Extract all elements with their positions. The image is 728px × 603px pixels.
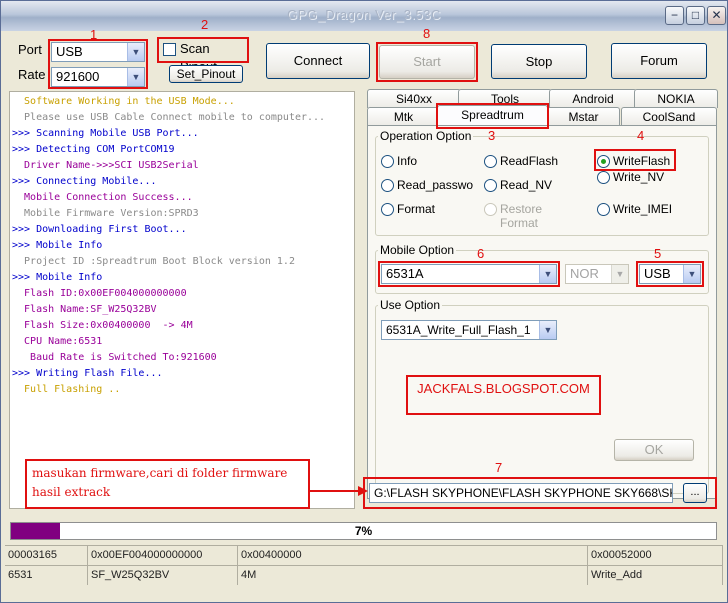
port-value: USB [56, 44, 83, 59]
chevron-down-icon: ▼ [539, 265, 556, 283]
annotation-number-7: 7 [495, 460, 503, 475]
status-row: 00003165 0x00EF004000000000 0x00400000 0x00… [5, 545, 723, 565]
log-line: Software Working in the USB Mode... [12, 96, 235, 107]
radio-info[interactable]: Info [381, 154, 417, 170]
operation-title: Operation Option [378, 129, 474, 143]
chevron-down-icon: ▼ [127, 68, 144, 86]
mobile-option-title: Mobile Option [378, 243, 457, 257]
connection-select[interactable]: USB ▼ [639, 264, 701, 284]
chevron-down-icon: ▼ [611, 265, 628, 283]
connection-value: USB [644, 266, 671, 281]
chevron-down-icon: ▼ [127, 43, 144, 61]
forum-button[interactable]: Forum [611, 43, 707, 79]
maximize-icon[interactable]: □ [686, 6, 705, 25]
log-line: >>> Mobile Info [12, 272, 103, 283]
use-option-value: 6531A_Write_Full_Flash_1 [386, 323, 531, 337]
log-line: >>> Mobile Info [12, 240, 103, 251]
log-line: Mobile Connection Success... [12, 192, 193, 203]
connect-button[interactable]: Connect [266, 43, 370, 79]
log-line: Please use USB Cable Connect mobile to c… [12, 112, 326, 123]
log-line: Project ID :Spreadtrum Boot Block versio… [12, 256, 295, 267]
status-cell: 6531 [5, 566, 88, 585]
log-line: Driver Name->>>SCI USB2Serial [12, 160, 199, 171]
rate-label: Rate [18, 67, 46, 82]
browse-button[interactable]: ... [683, 483, 707, 503]
log-line: >>> Scanning Mobile USB Port... [12, 128, 199, 139]
radio-writeflash[interactable]: WriteFlash [597, 154, 670, 170]
radio-restore-format[interactable]: Restore Format [484, 202, 542, 230]
tab-mstar[interactable]: Mstar [547, 107, 620, 126]
flash-type-select[interactable]: NOR ▼ [565, 264, 629, 284]
main-panel: Port USB ▼ Rate 921600 ▼ 1 Scan Pinout 2… [5, 17, 723, 599]
log-line: Baud Rate is Switched To:921600 [12, 352, 217, 363]
log-panel[interactable]: Software Working in the USB Mode... Plea… [9, 91, 355, 509]
status-cell: 0x00052000 [588, 546, 723, 565]
radio-readflash[interactable]: ReadFlash [484, 154, 558, 170]
status-cell: 0x00EF004000000000 [88, 546, 238, 565]
minimize-icon[interactable]: − [665, 6, 684, 25]
set-pinout-button[interactable]: Set_Pinout [169, 65, 243, 83]
use-option-title: Use Option [378, 298, 443, 312]
rate-value: 921600 [56, 69, 100, 84]
annotation-number-1: 1 [90, 27, 98, 42]
annotation-number-2: 2 [201, 17, 209, 32]
log-line: Flash Name:SF_W25Q32BV [12, 304, 157, 315]
firmware-path-field[interactable]: G:\FLASH SKYPHONE\FLASH SKYPHONE SKY668\… [369, 483, 673, 503]
model-select[interactable]: 6531A ▼ [381, 264, 557, 284]
window-title: GPG_Dragon Ver_3.53C [287, 7, 441, 22]
annotation-note: masukan firmware,cari di folder firmware… [25, 459, 310, 509]
progress-bar: 7% [10, 522, 717, 540]
radio-format[interactable]: Format [381, 202, 435, 218]
app-window: GPG_Dragon Ver_3.53C − □ ✕ Port USB ▼ Ra… [0, 0, 728, 603]
log-line: Full Flashing .. [12, 384, 121, 395]
start-button[interactable]: Start [379, 45, 475, 79]
model-value: 6531A [386, 266, 424, 281]
log-line: >>> Connecting Mobile... [12, 176, 157, 187]
annotation-number-3: 3 [488, 128, 496, 143]
log-line: Flash ID:0x00EF004000000000 [12, 288, 187, 299]
annotation-number-8: 8 [423, 26, 431, 41]
watermark: JACKFALS.BLOGSPOT.COM [406, 375, 601, 415]
log-line: >>> Downloading First Boot... [12, 224, 187, 235]
checkbox-box [163, 43, 176, 56]
radio-read-passwo[interactable]: Read_passwo [381, 178, 473, 194]
tab-coolsand[interactable]: CoolSand [621, 107, 717, 126]
spreadtrum-panel: Operation Option 3 4 Info ReadFlash WriteF… [367, 125, 717, 499]
log-line: >>> Writing Flash File... [12, 368, 163, 379]
tab-spreadtrum[interactable]: Spreadtrum [437, 105, 548, 126]
status-cell: SF_W25Q32BV [88, 566, 238, 585]
tab-android[interactable]: Android [549, 89, 637, 108]
tab-mtk[interactable]: Mtk [367, 107, 440, 126]
log-line: >>> Detecting COM PortCOM19 [12, 144, 175, 155]
use-option-select[interactable]: 6531A_Write_Full_Flash_1 ▼ [381, 320, 557, 340]
annotation-number-6: 6 [477, 246, 485, 261]
radio-write-nv[interactable]: Write_NV [597, 170, 664, 186]
status-cell: 00003165 [5, 546, 88, 565]
arrow-icon [310, 486, 368, 496]
ok-button[interactable]: OK [614, 439, 694, 461]
radio-read-nv[interactable]: Read_NV [484, 178, 552, 194]
status-cell: 4M [238, 566, 588, 585]
rate-select[interactable]: 921600 ▼ [51, 67, 145, 87]
stop-button[interactable]: Stop [491, 44, 587, 79]
close-icon[interactable]: ✕ [707, 6, 726, 25]
log-line: CPU Name:6531 [12, 336, 103, 347]
title-bar[interactable]: GPG_Dragon Ver_3.53C − □ ✕ [1, 1, 727, 31]
status-cell: 0x00400000 [238, 546, 588, 565]
progress-label: 7% [354, 524, 373, 538]
annotation-number-5: 5 [654, 246, 662, 261]
tab-nokia[interactable]: NOKIA [634, 89, 718, 108]
radio-write-imei[interactable]: Write_IMEI [597, 202, 672, 218]
log-line: Flash Size:0x00400000 -> 4M [12, 320, 193, 331]
log-line: Mobile Firmware Version:SPRD3 [12, 208, 199, 219]
status-row: 6531 SF_W25Q32BV 4M Write_Add [5, 565, 723, 585]
port-label: Port [18, 42, 42, 57]
annotation-number-4: 4 [637, 128, 645, 143]
chevron-down-icon: ▼ [539, 321, 556, 339]
port-select[interactable]: USB ▼ [51, 42, 145, 62]
scan-pinout-checkbox[interactable]: Scan Pinout [160, 40, 246, 74]
flash-type-value: NOR [570, 266, 599, 281]
status-cell: Write_Add [588, 566, 723, 585]
chevron-down-icon: ▼ [683, 265, 700, 283]
